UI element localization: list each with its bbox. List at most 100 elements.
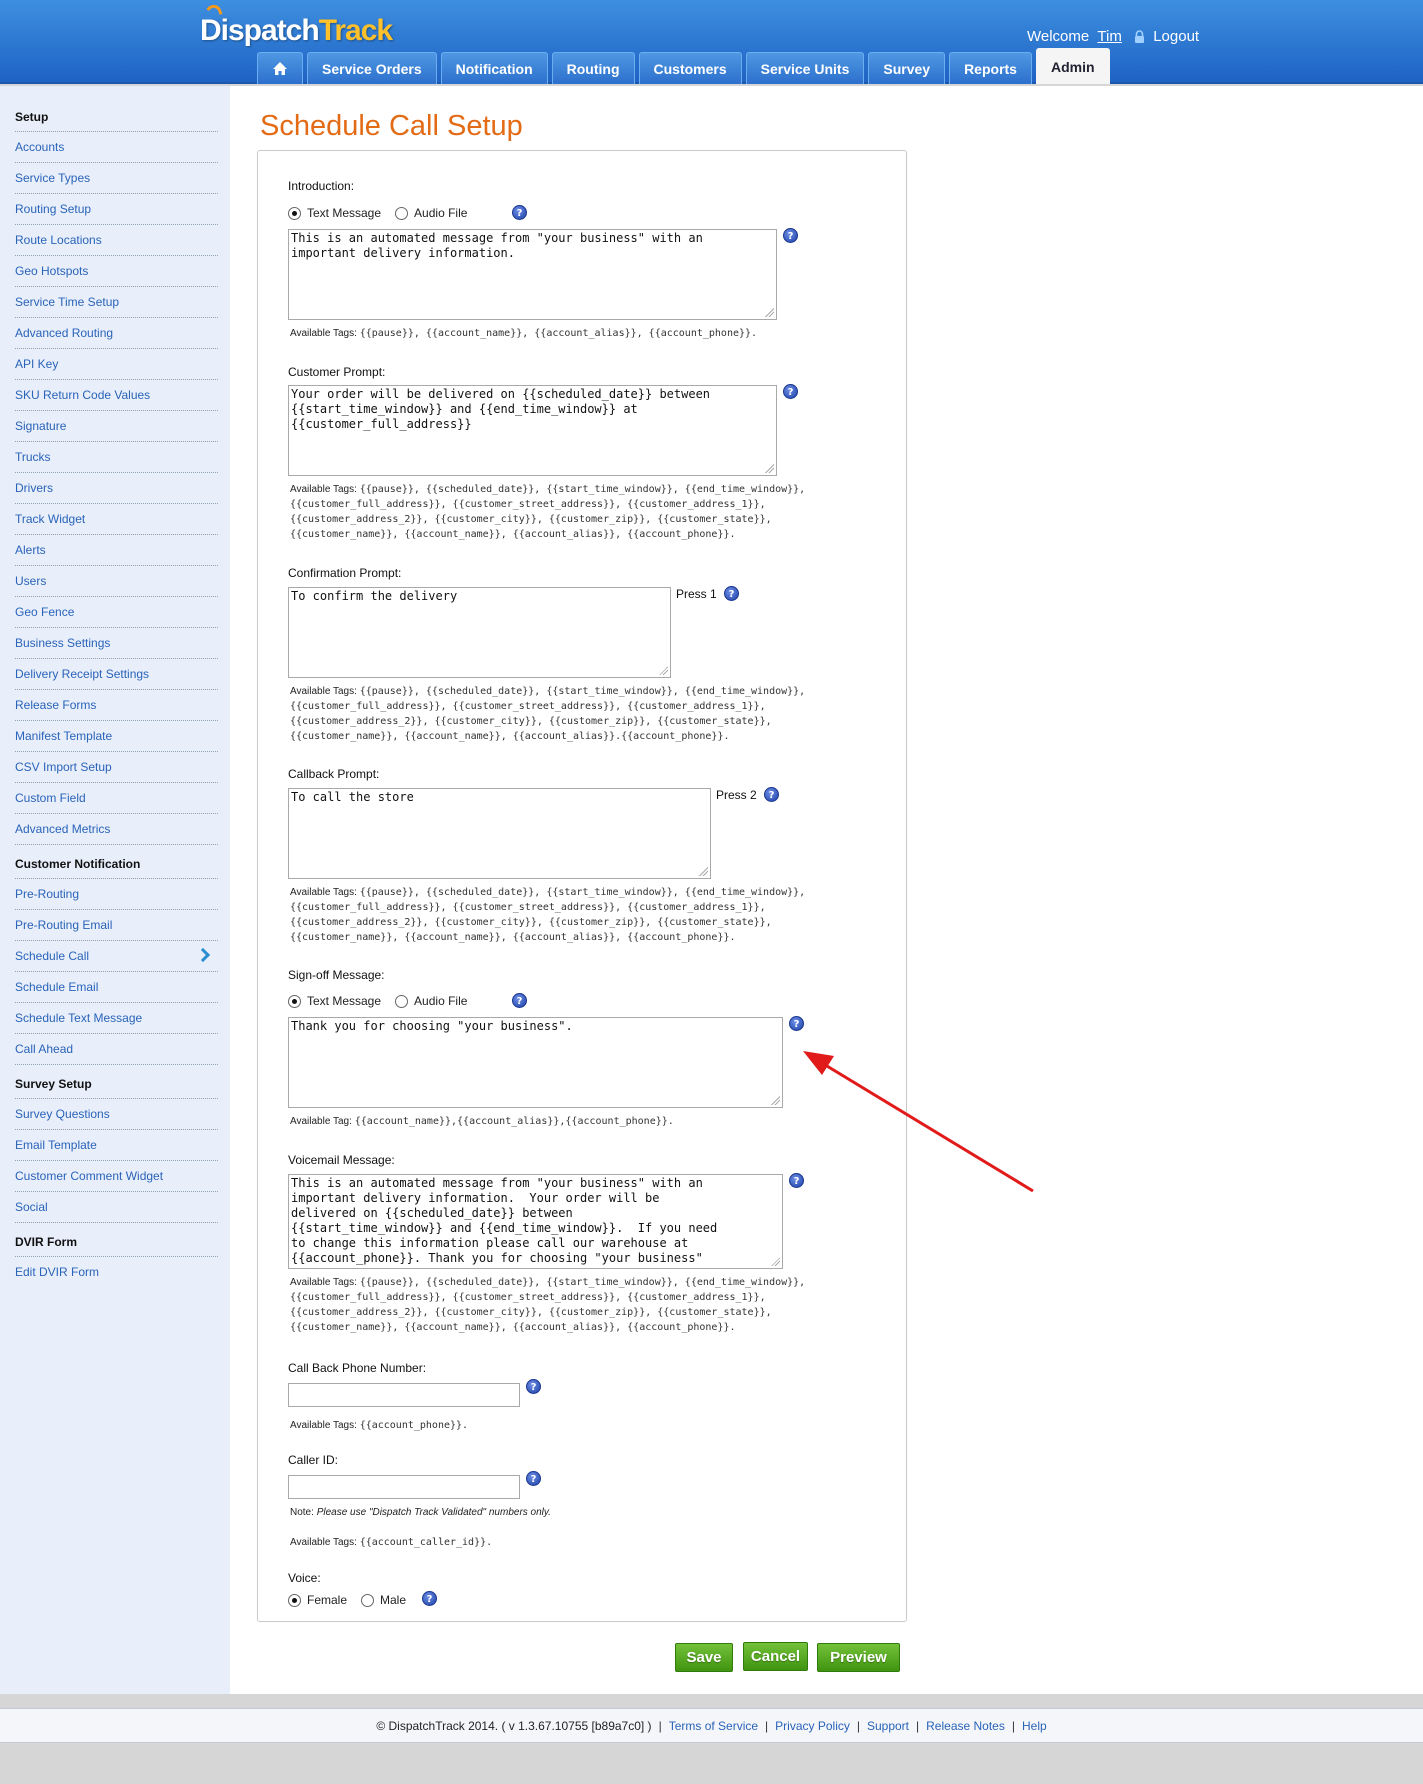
help-icon[interactable]: ? — [783, 384, 798, 399]
privacy-link[interactable]: Privacy Policy — [775, 1719, 850, 1733]
help-icon[interactable]: ? — [526, 1379, 541, 1394]
radio-unselected[interactable] — [395, 206, 409, 220]
help-icon[interactable]: ? — [526, 1471, 541, 1486]
sidebar-item-accounts[interactable]: Accounts — [15, 132, 218, 163]
sidebar-item-trucks[interactable]: Trucks — [15, 442, 218, 473]
sidebar-item-advanced-metrics[interactable]: Advanced Metrics — [15, 814, 218, 845]
sidebar-item-delivery-receipt-settings[interactable]: Delivery Receipt Settings — [15, 659, 218, 690]
chevron-right-icon — [195, 947, 211, 963]
signoff-available-tags: Available Tag: {{account_name}},{{accoun… — [290, 1116, 674, 1127]
help-icon[interactable]: ? — [512, 993, 527, 1008]
sidebar-item-pre-routing[interactable]: Pre-Routing — [15, 879, 218, 910]
sidebar-item-customer-comment-widget[interactable]: Customer Comment Widget — [15, 1161, 218, 1192]
sidebar-item-manifest-template[interactable]: Manifest Template — [15, 721, 218, 752]
tab-home[interactable] — [257, 52, 303, 84]
tab-notification[interactable]: Notification — [440, 52, 548, 84]
tab-customers[interactable]: Customers — [638, 52, 742, 84]
sidebar-item-routing-setup[interactable]: Routing Setup — [15, 194, 218, 225]
preview-button[interactable]: Preview — [817, 1643, 900, 1672]
sidebar-item-schedule-call[interactable]: Schedule Call — [15, 941, 218, 972]
terms-link[interactable]: Terms of Service — [669, 1719, 758, 1733]
tab-survey[interactable]: Survey — [868, 52, 946, 84]
radio-selected[interactable] — [288, 994, 301, 1008]
sidebar-item-schedule-email[interactable]: Schedule Email — [15, 972, 218, 1003]
save-button[interactable]: Save — [675, 1643, 733, 1672]
resize-grip-icon[interactable] — [764, 307, 774, 317]
sidebar-item-service-types[interactable]: Service Types — [15, 163, 218, 194]
signoff-textarea[interactable]: Thank you for choosing "your business". — [288, 1017, 783, 1108]
help-icon[interactable]: ? — [512, 205, 527, 220]
sidebar-item-drivers[interactable]: Drivers — [15, 473, 218, 504]
radio-unselected[interactable] — [395, 994, 409, 1008]
resize-grip-icon[interactable] — [764, 463, 774, 473]
sidebar-item-advanced-routing[interactable]: Advanced Routing — [15, 318, 218, 349]
signoff-label: Sign-off Message: — [288, 968, 385, 982]
help-icon[interactable]: ? — [789, 1173, 804, 1188]
sidebar-item-signature[interactable]: Signature — [15, 411, 218, 442]
help-link[interactable]: Help — [1022, 1719, 1047, 1733]
sidebar-item-release-forms[interactable]: Release Forms — [15, 690, 218, 721]
signoff-text-option[interactable]: Text Message — [288, 994, 381, 1008]
tab-service-orders[interactable]: Service Orders — [307, 52, 437, 84]
support-link[interactable]: Support — [867, 1719, 909, 1733]
sidebar-item-call-ahead[interactable]: Call Ahead — [15, 1034, 218, 1065]
sidebar-item-schedule-text-message[interactable]: Schedule Text Message — [15, 1003, 218, 1034]
introduction-audio-option[interactable]: Audio File — [395, 206, 467, 220]
help-icon[interactable]: ? — [724, 586, 739, 601]
customer-prompt-textarea[interactable]: Your order will be delivered on {{schedu… — [288, 385, 777, 476]
tab-admin[interactable]: Admin — [1035, 48, 1110, 84]
sidebar-item-email-template[interactable]: Email Template — [15, 1130, 218, 1161]
sidebar-item-api-key[interactable]: API Key — [15, 349, 218, 380]
dispatchtrack-logo[interactable]: DispatchTrack — [200, 14, 393, 48]
sidebar-item-business-settings[interactable]: Business Settings — [15, 628, 218, 659]
signoff-audio-option[interactable]: Audio File — [395, 994, 467, 1008]
resize-grip-icon[interactable] — [658, 665, 668, 675]
resize-grip-icon[interactable] — [770, 1256, 780, 1266]
tab-service-units[interactable]: Service Units — [745, 52, 865, 84]
sidebar-item-social[interactable]: Social — [15, 1192, 218, 1223]
radio-selected[interactable] — [288, 1593, 301, 1607]
sidebar-item-sku-return-codes[interactable]: SKU Return Code Values — [15, 380, 218, 411]
release-notes-link[interactable]: Release Notes — [926, 1719, 1005, 1733]
sidebar-item-csv-import-setup[interactable]: CSV Import Setup — [15, 752, 218, 783]
radio-selected[interactable] — [288, 206, 301, 220]
sidebar-item-pre-routing-email[interactable]: Pre-Routing Email — [15, 910, 218, 941]
cancel-button[interactable]: Cancel — [743, 1642, 808, 1671]
voice-female-option[interactable]: Female — [288, 1593, 347, 1607]
logout-link[interactable]: Logout — [1153, 28, 1199, 45]
tab-routing[interactable]: Routing — [551, 52, 635, 84]
callback-phone-input[interactable] — [288, 1383, 520, 1407]
help-icon[interactable]: ? — [422, 1591, 437, 1606]
sidebar-item-survey-questions[interactable]: Survey Questions — [15, 1099, 218, 1130]
radio-unselected[interactable] — [361, 1593, 375, 1607]
sidebar-item-track-widget[interactable]: Track Widget — [15, 504, 218, 535]
schedule-call-form: Introduction: Text Message Audio File ? … — [257, 150, 907, 1622]
voicemail-textarea[interactable]: This is an automated message from "your … — [288, 1174, 783, 1269]
sidebar-item-edit-dvir-form[interactable]: Edit DVIR Form — [15, 1257, 218, 1288]
sidebar-item-users[interactable]: Users — [15, 566, 218, 597]
customer-prompt-available-tags: Available Tags: {{pause}}, {{scheduled_d… — [290, 484, 806, 540]
voice-male-option[interactable]: Male — [361, 1593, 406, 1607]
main-nav: Service Orders Notification Routing Cust… — [257, 48, 1110, 84]
introduction-text-option[interactable]: Text Message — [288, 206, 381, 220]
help-icon[interactable]: ? — [764, 787, 779, 802]
sidebar-item-geo-fence[interactable]: Geo Fence — [15, 597, 218, 628]
callback-prompt-textarea[interactable]: To call the store — [288, 788, 711, 879]
voicemail-available-tags: Available Tags: {{pause}}, {{scheduled_d… — [290, 1277, 806, 1333]
resize-grip-icon[interactable] — [698, 866, 708, 876]
resize-grip-icon[interactable] — [770, 1095, 780, 1105]
confirmation-prompt-textarea[interactable]: To confirm the delivery — [288, 587, 671, 678]
footer-separator: | — [658, 1718, 662, 1733]
help-icon[interactable]: ? — [789, 1016, 804, 1031]
sidebar-item-geo-hotspots[interactable]: Geo Hotspots — [15, 256, 218, 287]
footer-separator: | — [916, 1718, 920, 1733]
tab-reports[interactable]: Reports — [949, 52, 1032, 84]
sidebar-item-service-time-setup[interactable]: Service Time Setup — [15, 287, 218, 318]
sidebar-item-custom-field[interactable]: Custom Field — [15, 783, 218, 814]
help-icon[interactable]: ? — [783, 228, 798, 243]
sidebar-item-alerts[interactable]: Alerts — [15, 535, 218, 566]
user-link[interactable]: Tim — [1097, 28, 1121, 45]
sidebar-item-route-locations[interactable]: Route Locations — [15, 225, 218, 256]
introduction-textarea[interactable]: This is an automated message from "your … — [288, 229, 777, 320]
caller-id-input[interactable] — [288, 1475, 520, 1499]
